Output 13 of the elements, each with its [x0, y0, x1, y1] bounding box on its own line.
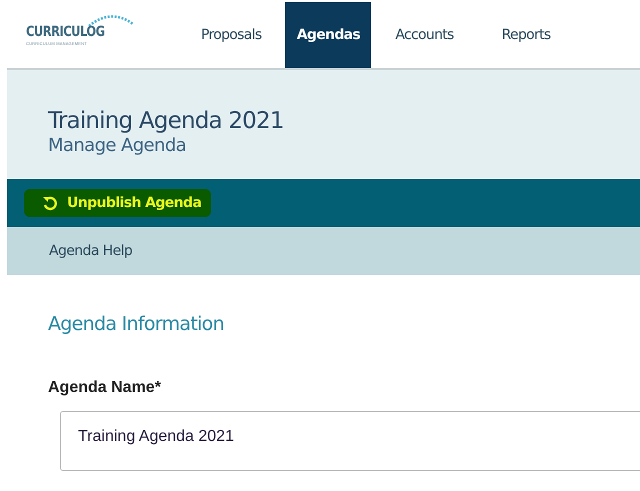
page-title: Training Agenda 2021 — [48, 108, 285, 135]
nav-tab[interactable]: Accounts — [371, 2, 478, 68]
nav-tab[interactable]: Agendas — [285, 2, 372, 68]
undo-icon — [42, 195, 58, 211]
page-subtitle: Manage Agenda — [48, 135, 188, 157]
unpublish-button[interactable]: Unpublish Agenda — [24, 189, 212, 217]
help-link[interactable]: Agenda Help — [49, 243, 132, 259]
section-title: Agenda Information — [48, 313, 225, 335]
nav-tab[interactable]: Proposals — [177, 2, 286, 68]
logo-name: CURRICULOG — [26, 24, 105, 40]
nav-tab[interactable]: Reports — [478, 2, 574, 68]
input-field[interactable]: Training Agenda 2021 — [60, 411, 640, 471]
field-label: Agenda Name* — [48, 379, 162, 397]
